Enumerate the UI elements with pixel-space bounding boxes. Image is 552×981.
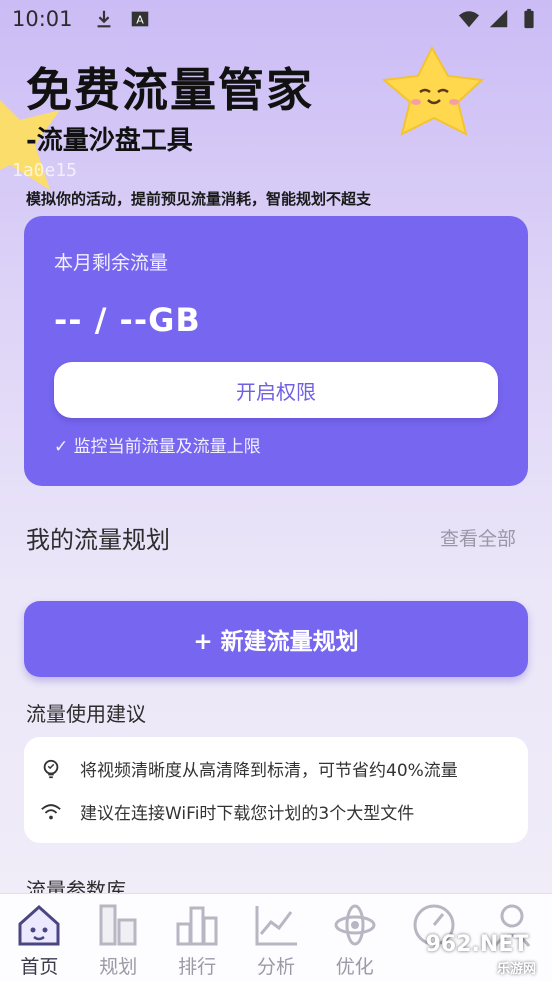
tip-item: 建议在连接WiFi时下载您计划的3个大型文件: [40, 790, 512, 833]
status-right-icons: [458, 8, 540, 30]
new-plan-button[interactable]: + 新建流量规划: [24, 601, 528, 677]
plan-icon: [99, 904, 137, 946]
watermark-text: 1a0e15: [12, 160, 78, 181]
tab-label: 分析: [256, 956, 295, 978]
tab-label: 排行: [178, 956, 217, 978]
monitor-note: ✓ 监控当前流量及流量上限: [54, 437, 261, 457]
watermark-logo-sub: 乐游网: [496, 962, 536, 977]
home-icon: [18, 904, 60, 946]
tab-label: 首页: [20, 956, 59, 978]
status-bar: 10:01 A: [0, 0, 552, 38]
wifi-icon: [458, 11, 480, 28]
plans-section-title: 我的流量规划: [26, 526, 170, 554]
watermark-logo-text: 962.NET: [425, 931, 529, 957]
enable-permission-button[interactable]: 开启权限: [54, 362, 498, 418]
tab-home[interactable]: 首页: [3, 900, 75, 979]
download-icon: [97, 10, 110, 28]
wifi-icon: [41, 803, 61, 819]
app-subtitle: -流量沙盘工具: [26, 126, 193, 156]
tip-item: 将视频清晰度从高清降到标清，可节省约40%流量: [40, 747, 512, 790]
hero-header: 免费流量管家 -流量沙盘工具 1a0e15 模拟你的活动，提前预见流量消耗，智能…: [12, 60, 546, 220]
remaining-traffic-value: -- / --GB: [54, 301, 201, 339]
tab-optimize[interactable]: 优化: [319, 900, 391, 979]
remaining-traffic-label: 本月剩余流量: [54, 252, 169, 274]
tab-analysis[interactable]: 分析: [240, 900, 312, 979]
status-left-icons: A: [93, 8, 151, 30]
tab-plan[interactable]: 规划: [82, 900, 154, 979]
signal-icon: [489, 9, 508, 28]
status-time: 10:01: [12, 7, 73, 31]
tips-card: 将视频清晰度从高清降到标清，可节省约40%流量 建议在连接WiFi时下载您计划的…: [24, 737, 528, 843]
site-watermark-logo: 962.NET 乐游网: [410, 921, 544, 978]
traffic-summary-card: 本月剩余流量 -- / --GB 开启权限 ✓ 监控当前流量及流量上限: [24, 216, 528, 486]
lightbulb-icon: [43, 759, 59, 778]
plans-section-header: 我的流量规划 查看全部: [26, 520, 516, 555]
analysis-icon: [255, 906, 297, 946]
app-title: 免费流量管家: [26, 63, 314, 117]
tip-text: 将视频清晰度从高清降到标清，可节省约40%流量: [80, 761, 458, 781]
app-description: 模拟你的活动，提前预见流量消耗，智能规划不超支: [26, 190, 372, 208]
a-badge-icon: A: [131, 11, 148, 27]
ranking-icon: [176, 906, 218, 946]
tab-label: 优化: [335, 956, 374, 978]
svg-text:A: A: [136, 14, 144, 27]
optimize-icon: [334, 904, 376, 946]
tab-label: 规划: [99, 956, 138, 978]
battery-icon: [524, 8, 534, 29]
tips-section-title: 流量使用建议: [26, 702, 146, 726]
tip-text: 建议在连接WiFi时下载您计划的3个大型文件: [80, 804, 415, 824]
view-all-link[interactable]: 查看全部: [440, 524, 516, 551]
tab-ranking[interactable]: 排行: [161, 900, 233, 979]
